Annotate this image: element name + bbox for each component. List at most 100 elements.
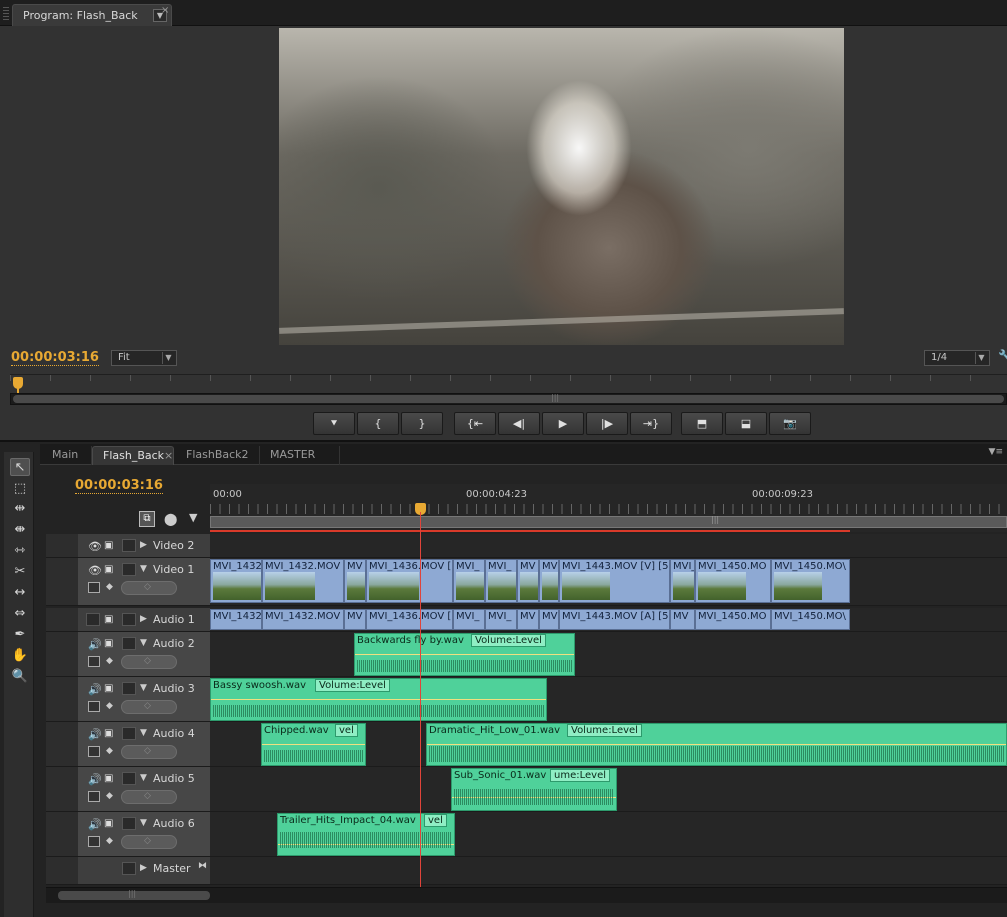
track-lane-master[interactable] xyxy=(210,857,1007,885)
lock-toggle[interactable] xyxy=(122,862,136,875)
volume-line[interactable] xyxy=(211,699,546,700)
program-timecode[interactable]: 00:00:03:16 xyxy=(11,350,99,366)
video-clip[interactable]: MVI_1450.MO xyxy=(695,559,771,603)
chevron-down-icon[interactable]: ▼ xyxy=(140,773,147,783)
keyframe-diamond-icon[interactable]: ◆ xyxy=(106,836,113,846)
video-clip[interactable]: MVI_1432.MOV xyxy=(262,559,344,603)
display-style-icon[interactable] xyxy=(88,791,100,802)
effect-menu[interactable]: vel xyxy=(424,814,447,827)
audio-clip[interactable]: MVI_1436.MOV [ xyxy=(366,609,453,630)
effect-menu[interactable]: Volume:Level xyxy=(567,724,642,737)
slide-tool-icon[interactable]: ⇔ xyxy=(10,605,30,623)
film-icon[interactable]: ▣ xyxy=(104,540,113,551)
video-clip[interactable]: MVI_ xyxy=(670,559,695,603)
close-icon[interactable]: × xyxy=(164,447,173,465)
track-select-tool-icon[interactable]: ⬚ xyxy=(10,480,30,498)
lock-toggle[interactable] xyxy=(122,727,136,740)
film-icon[interactable]: ▣ xyxy=(104,683,113,694)
lock-toggle[interactable] xyxy=(122,817,136,830)
step-back-button[interactable]: ◀| xyxy=(498,412,540,435)
audio-clip[interactable]: MV xyxy=(344,609,366,630)
pen-tool-icon[interactable]: ✒ xyxy=(10,626,30,644)
chevron-down-icon[interactable]: ▼ xyxy=(140,638,147,648)
keyframe-navigator[interactable] xyxy=(121,835,177,849)
video-clip[interactable]: MV xyxy=(344,559,366,603)
timeline-ruler[interactable]: 00:00 00:00:04:23 00:00:09:23 ||| xyxy=(210,484,1007,532)
close-icon[interactable]: × xyxy=(161,5,169,16)
film-icon[interactable]: ▣ xyxy=(104,818,113,829)
audio-clip[interactable]: MV xyxy=(539,609,559,630)
ripple-edit-tool-icon[interactable]: ⇹ xyxy=(10,500,30,518)
film-icon[interactable]: ▣ xyxy=(104,638,113,649)
speaker-icon[interactable]: 🔊 xyxy=(88,683,102,696)
add-marker-icon[interactable]: ⬤ xyxy=(164,512,177,526)
display-style-icon[interactable] xyxy=(88,701,100,712)
display-style-icon[interactable] xyxy=(88,836,100,847)
keyframe-diamond-icon[interactable]: ◆ xyxy=(106,791,113,801)
video-clip[interactable]: MVI_ xyxy=(453,559,485,603)
tab-master[interactable]: MASTER xyxy=(260,446,340,465)
effect-menu[interactable]: Volume:Level xyxy=(315,679,390,692)
chevron-right-icon[interactable]: ▶ xyxy=(140,863,147,873)
audio-clip[interactable]: MV xyxy=(670,609,695,630)
tab-main[interactable]: Main xyxy=(42,446,92,465)
panel-menu-icon[interactable]: ▼≡ xyxy=(989,447,1003,457)
audio-clip[interactable]: MVI_1450.MO\ xyxy=(771,609,850,630)
chevron-down-icon[interactable]: ▼ xyxy=(140,818,147,828)
audio-clip[interactable]: Sub_Sonic_01.wav ume:Level xyxy=(451,768,617,811)
keyframe-navigator[interactable] xyxy=(121,655,177,669)
audio-clip[interactable]: Trailer_Hits_Impact_04.wav vel xyxy=(277,813,455,856)
speaker-icon[interactable]: 🔊 xyxy=(88,638,102,651)
razor-tool-icon[interactable]: ✂ xyxy=(10,563,30,581)
lock-toggle[interactable] xyxy=(122,563,136,576)
zoom-level-select[interactable]: Fit ▼ xyxy=(111,350,177,366)
effect-menu[interactable]: vel xyxy=(335,724,358,737)
video-clip[interactable]: MVI_ xyxy=(485,559,517,603)
lift-button[interactable]: ⬒ xyxy=(681,412,723,435)
keyframe-diamond-icon[interactable]: ◆ xyxy=(106,746,113,756)
chevron-down-icon[interactable]: ▼ xyxy=(140,728,147,738)
scrollbar-thumb[interactable] xyxy=(13,395,1004,403)
audio-clip[interactable]: MVI_1432.MOV xyxy=(262,609,344,630)
audio-clip[interactable]: MVI_1450.MO xyxy=(695,609,771,630)
speaker-icon[interactable]: 🔊 xyxy=(88,773,102,786)
video-clip[interactable]: MVI_1443.MOV [V] [5 xyxy=(559,559,670,603)
lock-toggle[interactable] xyxy=(122,539,136,552)
playback-resolution-select[interactable]: 1/4 ▼ xyxy=(924,350,990,366)
audio-clip[interactable]: Dramatic_Hit_Low_01.wav Volume:Level xyxy=(426,723,1007,766)
video-clip[interactable]: MVI_1436.MOV [ xyxy=(366,559,453,603)
add-marker-button[interactable]: ⯆ xyxy=(313,412,355,435)
display-style-icon[interactable] xyxy=(88,582,100,593)
rate-stretch-tool-icon[interactable]: ⇿ xyxy=(10,542,30,560)
keyframe-diamond-icon[interactable]: ◆ xyxy=(106,582,113,592)
export-frame-button[interactable]: 📷 xyxy=(769,412,811,435)
program-zoom-scrollbar[interactable]: ||| xyxy=(10,393,1007,405)
display-style-icon[interactable] xyxy=(88,656,100,667)
marker-icon[interactable]: ▼ xyxy=(189,511,197,524)
audio-clip[interactable]: Bassy swoosh.wav Volume:Level xyxy=(210,678,547,721)
track-lane-audio-2[interactable]: Backwards fly by.wav Volume:Level xyxy=(210,632,1007,677)
keyframe-navigator[interactable] xyxy=(121,581,177,595)
audio-clip[interactable]: MVI_1443.MOV [A] [5 xyxy=(559,609,670,630)
chevron-down-icon[interactable]: ▼ xyxy=(140,564,147,574)
audio-clip[interactable]: Backwards fly by.wav Volume:Level xyxy=(354,633,575,676)
track-lane-audio-5[interactable]: Sub_Sonic_01.wav ume:Level xyxy=(210,767,1007,812)
eye-icon[interactable]: 👁 xyxy=(88,540,102,553)
go-to-out-button[interactable]: ⇥} xyxy=(630,412,672,435)
chevron-right-icon[interactable]: ▶ xyxy=(140,540,147,550)
audio-clip[interactable]: MV xyxy=(517,609,539,630)
keyframe-navigator[interactable] xyxy=(121,790,177,804)
film-icon[interactable]: ▣ xyxy=(104,773,113,784)
track-lane-audio-4[interactable]: Chipped.wav vel Dramatic_Hit_Low_01.wav … xyxy=(210,722,1007,767)
volume-line[interactable] xyxy=(262,744,365,745)
lock-toggle[interactable] xyxy=(122,682,136,695)
speaker-icon[interactable]: 🔊 xyxy=(88,728,102,741)
program-monitor-tab[interactable]: Program: Flash_Back ▼ xyxy=(12,4,172,26)
sequence-timecode[interactable]: 00:00:03:16 xyxy=(75,478,163,494)
timeline-zoom-scrollbar[interactable]: ||| xyxy=(46,887,1007,903)
track-lane-video-2[interactable] xyxy=(210,534,1007,558)
chevron-right-icon[interactable]: ▶ xyxy=(140,614,147,624)
film-icon[interactable]: ▣ xyxy=(104,564,113,575)
audio-clip[interactable]: MVI_ xyxy=(453,609,485,630)
tab-flashback2[interactable]: FlashBack2 xyxy=(176,446,260,465)
